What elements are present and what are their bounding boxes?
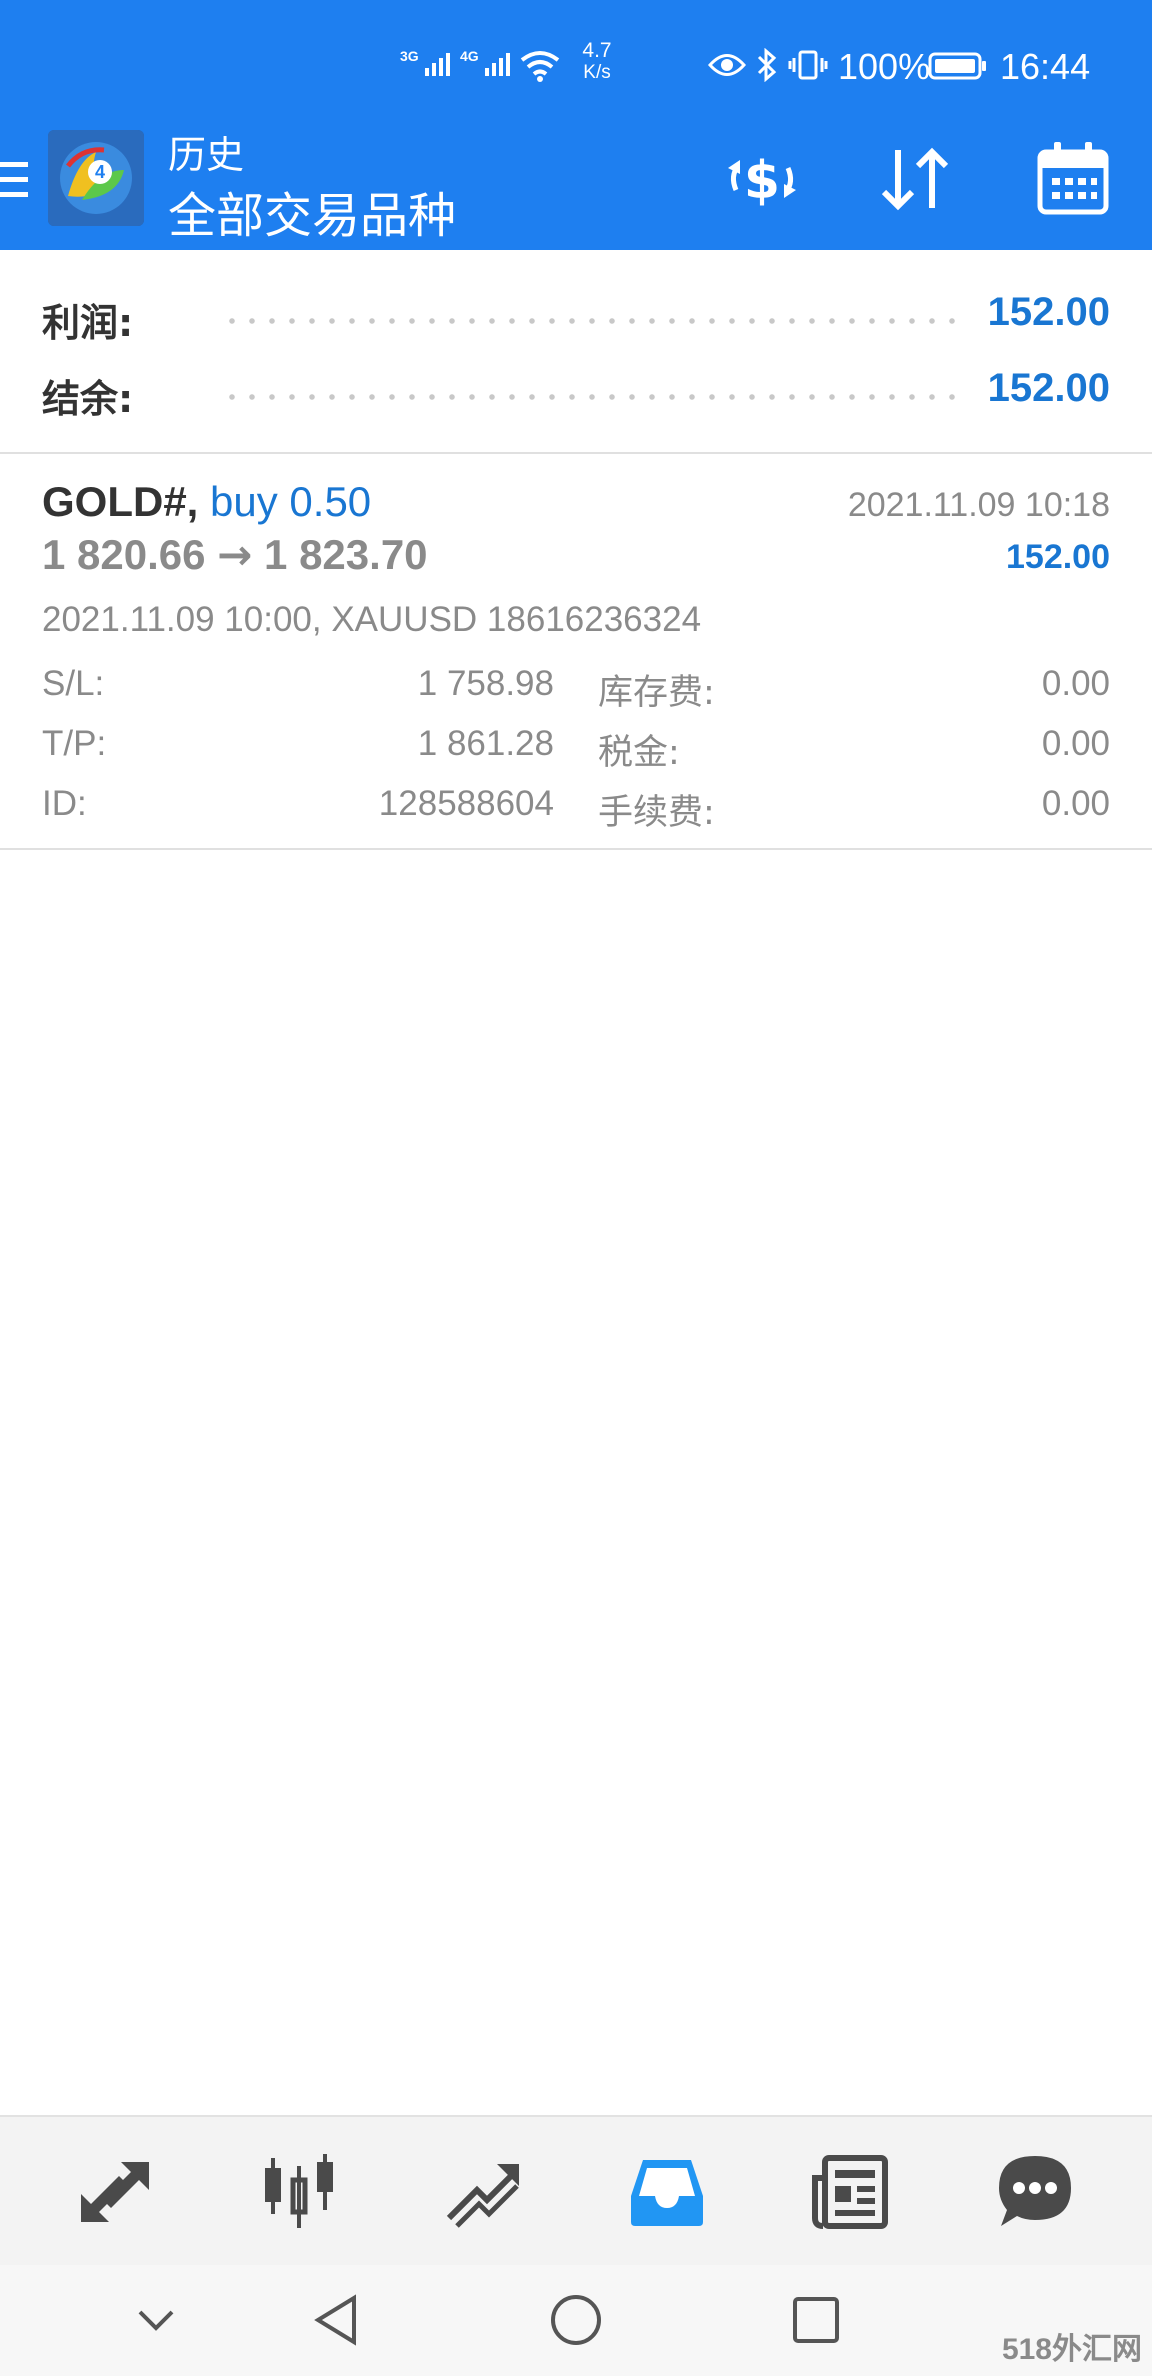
signal-4g-icon: 4G (460, 48, 517, 78)
nav-trade[interactable] (428, 2137, 538, 2247)
bottom-navigation (0, 2115, 1152, 2267)
battery-icon (928, 52, 986, 80)
nav-quotes[interactable] (60, 2137, 170, 2247)
trade-profit: 152.00 (1006, 538, 1110, 576)
app-header: 3G 4G 4.7 K/s 100% 16:44 4 历史 全部交易品种 $ (0, 0, 1152, 250)
menu-icon[interactable] (0, 158, 30, 202)
eye-icon (708, 54, 746, 76)
clock: 16:44 (1000, 46, 1091, 87)
nav-chat[interactable] (980, 2137, 1090, 2247)
home-circle-icon (551, 2295, 601, 2345)
quotes-icon (81, 2162, 149, 2222)
sys-hide-button[interactable] (116, 2285, 196, 2355)
chevron-down-icon (138, 2310, 174, 2331)
id-label: ID: (42, 784, 87, 823)
app-logo[interactable]: 4 (48, 130, 144, 226)
price-close: 1 823.70 (264, 531, 428, 578)
price-open: 1 820.66 (42, 531, 206, 578)
trade-close-time: 2021.11.09 10:18 (847, 486, 1110, 524)
trade-header: GOLD#, buy 0.50 (42, 478, 371, 526)
bluetooth-icon (757, 48, 777, 82)
chart-icon (265, 2154, 333, 2228)
trade-open-info: 2021.11.09 10:00, XAUUSD 18616236324 (42, 600, 702, 639)
tax-label: 税金: (598, 733, 680, 773)
trade-symbol: GOLD#, (42, 478, 199, 525)
sl-value: 1 758.98 (417, 664, 554, 703)
balance-label: 结余: (42, 377, 134, 421)
news-icon (812, 2155, 888, 2229)
network-speed-value: 4.7 (582, 39, 612, 62)
nav-chart[interactable] (244, 2137, 354, 2247)
id-value: 128588604 (378, 784, 554, 823)
swap-value: 0.00 (1041, 664, 1110, 703)
sort-icon[interactable] (876, 144, 956, 214)
signal-4g-label: 4G (460, 48, 479, 64)
signal-3g-icon: 3G (400, 48, 457, 78)
vibrate-icon (788, 50, 828, 80)
tp-label: T/P: (42, 724, 107, 763)
profit-value: 152.00 (987, 290, 1110, 334)
recents-square-icon (793, 2297, 839, 2343)
balance-value: 152.00 (987, 366, 1110, 410)
svg-text:4: 4 (95, 162, 105, 182)
tax-value: 0.00 (1041, 724, 1110, 763)
trade-side-volume: buy 0.50 (210, 478, 372, 525)
back-triangle-icon (314, 2294, 356, 2346)
sys-home-button[interactable] (536, 2285, 616, 2355)
chat-icon (999, 2156, 1071, 2226)
trade-prices: 1 820.66 → 1 823.70 (42, 530, 428, 579)
battery-percent: 100% (838, 46, 931, 87)
swap-label: 库存费: (598, 673, 715, 713)
page-subtitle[interactable]: 全部交易品种 (168, 176, 456, 246)
balance-dots (222, 394, 956, 400)
currency-exchange-icon[interactable]: $ (722, 146, 802, 212)
sl-label: S/L: (42, 664, 105, 703)
page-title: 历史 (168, 133, 245, 177)
network-speed-unit: K/s (583, 62, 611, 83)
wifi-icon (520, 51, 560, 82)
commission-value: 0.00 (1041, 784, 1110, 823)
calendar-icon[interactable] (1036, 140, 1110, 216)
commission-label: 手续费: (598, 793, 715, 833)
signal-3g-label: 3G (400, 48, 419, 64)
profit-label: 利润: (42, 301, 134, 345)
tp-value: 1 861.28 (417, 724, 554, 763)
metatrader-logo-icon: 4 (48, 130, 144, 226)
svg-text:$: $ (744, 151, 780, 211)
watermark-text: 518外汇网 (1001, 2333, 1142, 2366)
trade-row[interactable]: GOLD#, buy 0.50 2021.11.09 10:18 1 820.6… (0, 454, 1152, 848)
network-speed: 4.7 K/s (572, 40, 622, 84)
trade-icon (446, 2164, 519, 2228)
sys-recents-button[interactable] (776, 2285, 856, 2355)
system-navigation: 518外汇网 (0, 2265, 1152, 2376)
sys-back-button[interactable] (296, 2285, 376, 2355)
price-arrow: → (217, 530, 253, 579)
nav-news[interactable] (796, 2137, 906, 2247)
nav-history[interactable] (612, 2137, 722, 2247)
trade-divider (0, 848, 1152, 850)
profit-dots (222, 318, 956, 324)
history-icon (631, 2160, 703, 2226)
